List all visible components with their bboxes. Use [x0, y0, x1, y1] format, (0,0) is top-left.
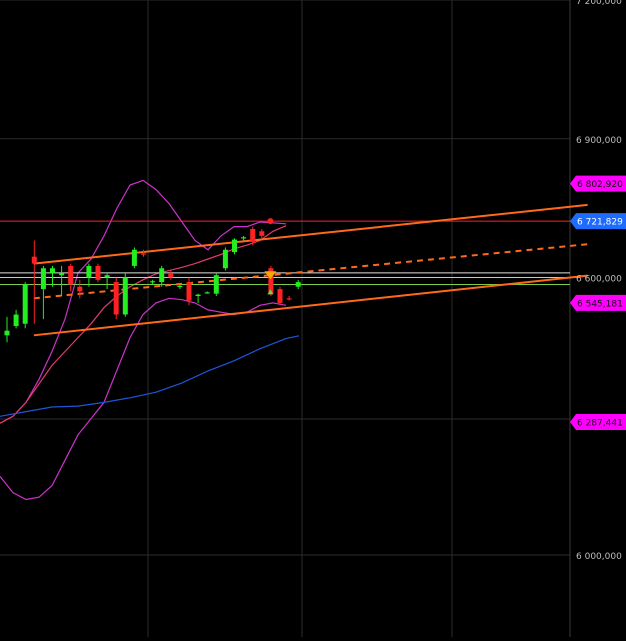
candle	[50, 265, 55, 287]
candle-body	[113, 282, 119, 315]
candle	[295, 279, 301, 290]
candle-body	[122, 277, 128, 315]
horizontal-levels	[0, 220, 570, 285]
candle	[68, 263, 74, 292]
candle	[204, 291, 210, 294]
candle-body	[4, 330, 10, 336]
candle	[150, 279, 156, 285]
candle-body	[68, 265, 74, 285]
price-tag-label: 6 802,920	[577, 180, 623, 190]
candle-body	[50, 268, 55, 273]
candle	[195, 293, 201, 303]
candle	[286, 296, 292, 301]
price-tag-label: 6 287,441	[577, 419, 623, 429]
candle	[31, 240, 37, 324]
candle-body	[186, 282, 192, 301]
price-tag: 6 545,181	[570, 294, 626, 311]
candle	[241, 235, 247, 241]
axis-tick-label: 7 200,000	[576, 0, 622, 7]
price-chart[interactable]: 7 200,000 6 900,000 6 600,000 6 000,000 6 80…	[0, 0, 626, 637]
candle-body	[286, 298, 292, 300]
candle	[141, 249, 146, 257]
candle-body	[59, 272, 65, 276]
candle-body	[204, 292, 210, 294]
candle	[168, 270, 174, 280]
candle-body	[241, 237, 247, 239]
candle	[113, 277, 119, 320]
candle	[232, 238, 237, 255]
candle	[159, 265, 165, 287]
candle	[104, 272, 110, 290]
candle-body	[40, 268, 46, 290]
price-tag-label: 6 545,181	[577, 299, 623, 309]
candle	[40, 265, 46, 320]
channel-upper-line	[33, 203, 588, 265]
candle	[277, 286, 283, 306]
candle-body	[86, 265, 92, 278]
price-tag: 6 802,920	[570, 175, 626, 192]
candle-body	[168, 273, 174, 278]
candle	[213, 272, 219, 296]
candle	[13, 309, 19, 329]
candle-body	[259, 231, 265, 236]
candle	[131, 247, 137, 269]
candle-body	[22, 284, 28, 324]
trend-channel[interactable]	[33, 203, 588, 337]
candle-body	[177, 285, 183, 288]
axis-tick-label: 6 000,000	[576, 552, 622, 562]
price-tag-label: 6 721,829	[577, 218, 623, 228]
candle	[222, 247, 228, 271]
price-tag: 6 721,829	[570, 213, 626, 230]
signal-dot-marker	[267, 218, 274, 225]
candle-body	[131, 249, 137, 266]
candle	[4, 316, 10, 343]
candle-body	[159, 268, 165, 283]
candle-body	[95, 265, 101, 280]
candle-body	[104, 275, 110, 278]
candle-body	[295, 282, 301, 287]
candle	[86, 263, 92, 287]
candle	[122, 272, 128, 317]
candle-body	[13, 314, 19, 327]
candle	[259, 228, 265, 239]
candle-body	[250, 228, 256, 242]
candle-body	[77, 286, 83, 292]
indicators	[0, 179, 300, 501]
candle-body	[213, 275, 219, 294]
candle-body	[222, 249, 228, 269]
axis-tick-label: 6 900,000	[576, 136, 622, 146]
candle	[22, 282, 28, 329]
chart-canvas[interactable]: 7 200,000 6 900,000 6 600,000 6 000,000 6 80…	[0, 0, 626, 637]
candle	[77, 279, 83, 299]
candle-body	[195, 294, 201, 296]
price-tag: 6 287,441	[570, 414, 626, 431]
candle	[59, 265, 65, 296]
candle-body	[277, 289, 283, 303]
candle-body	[141, 253, 146, 255]
candle	[95, 263, 101, 283]
axis-tick-label: 6 600,000	[576, 275, 622, 285]
candle-body	[232, 239, 237, 253]
grid-lines	[0, 0, 571, 637]
candle-body	[31, 256, 37, 264]
price-axis[interactable]: 7 200,000 6 900,000 6 600,000 6 000,000 6 80…	[570, 0, 626, 562]
bollinger-lower-band	[0, 297, 287, 501]
candle-body	[150, 281, 156, 283]
